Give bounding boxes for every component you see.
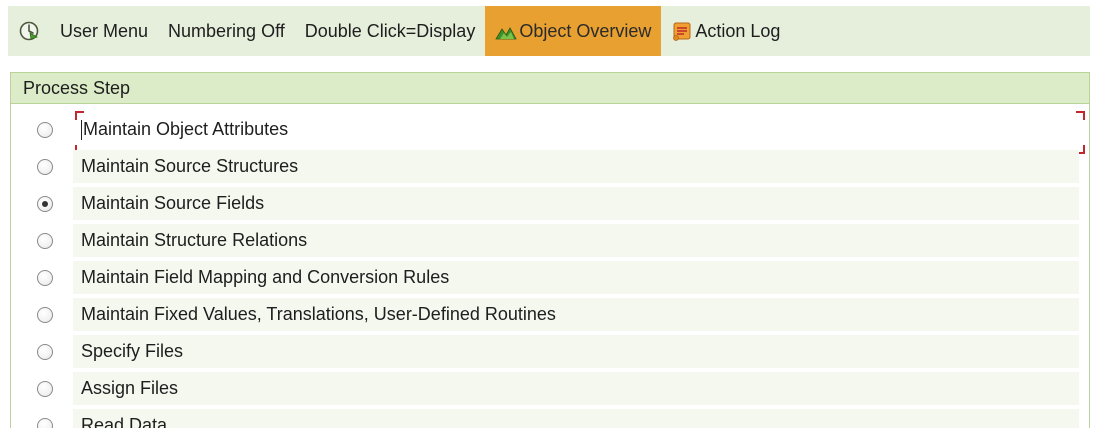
step-label: Assign Files xyxy=(81,378,179,398)
action-log-button[interactable]: Action Log xyxy=(661,6,790,56)
user-menu-button[interactable]: User Menu xyxy=(50,6,158,56)
step-label: Maintain Object Attributes xyxy=(83,119,289,139)
focus-frame-corner xyxy=(1076,111,1085,120)
step-label-cell[interactable]: Read Data xyxy=(73,409,1079,428)
mountain-chart-icon xyxy=(495,20,518,42)
lsmw-window: User Menu Numbering Off Double Click=Dis… xyxy=(0,0,1096,428)
user-menu-label: User Menu xyxy=(60,20,149,41)
process-step-row[interactable]: Maintain Fixed Values, Translations, Use… xyxy=(11,296,1089,333)
focus-frame-corner xyxy=(75,111,84,120)
panel-title: Process Step xyxy=(11,73,1089,104)
step-radio-button[interactable] xyxy=(37,380,53,397)
numbering-off-button[interactable]: Numbering Off xyxy=(158,6,295,56)
step-label: Maintain Source Structures xyxy=(81,156,299,176)
step-label-cell[interactable]: Maintain Field Mapping and Conversion Ru… xyxy=(73,261,1079,294)
step-label: Maintain Structure Relations xyxy=(81,230,308,250)
step-radio-button[interactable] xyxy=(37,232,53,249)
process-step-row[interactable]: Maintain Field Mapping and Conversion Ru… xyxy=(11,259,1089,296)
application-toolbar: User Menu Numbering Off Double Click=Dis… xyxy=(8,6,1090,56)
double-click-display-label: Double Click=Display xyxy=(304,20,476,41)
process-step-row[interactable]: Maintain Object Attributes xyxy=(11,111,1089,154)
execute-button[interactable] xyxy=(8,6,50,56)
clock-execute-icon xyxy=(18,20,40,42)
object-overview-label: Object Overview xyxy=(519,20,652,41)
step-radio-button[interactable] xyxy=(37,343,53,360)
step-radio-button-selected[interactable] xyxy=(37,195,53,212)
process-step-panel: Process Step Maintain Object Attributes … xyxy=(10,72,1090,428)
step-label: Maintain Fixed Values, Translations, Use… xyxy=(81,304,556,324)
step-label-cell[interactable]: Assign Files xyxy=(73,372,1079,405)
process-step-row[interactable]: Maintain Source Structures xyxy=(11,148,1089,185)
object-overview-button[interactable]: Object Overview xyxy=(485,6,662,56)
panel-title-text: Process Step xyxy=(23,77,131,98)
step-radio-button[interactable] xyxy=(37,121,53,138)
process-step-row[interactable]: Maintain Structure Relations xyxy=(11,222,1089,259)
step-label: Maintain Field Mapping and Conversion Ru… xyxy=(81,267,450,287)
step-radio-button[interactable] xyxy=(37,158,53,175)
step-label-cell[interactable]: Maintain Source Fields xyxy=(73,187,1079,220)
process-step-row[interactable]: Read Data xyxy=(11,407,1089,428)
step-label: Read Data xyxy=(81,415,168,428)
numbering-off-label: Numbering Off xyxy=(168,20,285,41)
double-click-display-button[interactable]: Double Click=Display xyxy=(295,6,486,56)
step-label: Specify Files xyxy=(81,341,184,361)
step-label-cell[interactable]: Specify Files xyxy=(73,335,1079,368)
action-log-label: Action Log xyxy=(695,20,781,41)
process-step-row[interactable]: Specify Files xyxy=(11,333,1089,370)
process-step-row[interactable]: Assign Files xyxy=(11,370,1089,407)
step-label-cell[interactable]: Maintain Source Structures xyxy=(73,150,1079,183)
step-label: Maintain Source Fields xyxy=(81,193,265,213)
step-label-cell[interactable]: Maintain Object Attributes xyxy=(73,113,1079,146)
step-radio-button[interactable] xyxy=(37,306,53,323)
process-step-row[interactable]: Maintain Source Fields xyxy=(11,185,1089,222)
text-cursor xyxy=(81,119,82,140)
step-label-cell[interactable]: Maintain Fixed Values, Translations, Use… xyxy=(73,298,1079,331)
process-step-list: Maintain Object Attributes Maintain Sour… xyxy=(11,104,1089,428)
step-radio-button[interactable] xyxy=(37,417,53,428)
step-label-cell[interactable]: Maintain Structure Relations xyxy=(73,224,1079,257)
scroll-log-icon xyxy=(671,20,693,42)
step-radio-button[interactable] xyxy=(37,269,53,286)
